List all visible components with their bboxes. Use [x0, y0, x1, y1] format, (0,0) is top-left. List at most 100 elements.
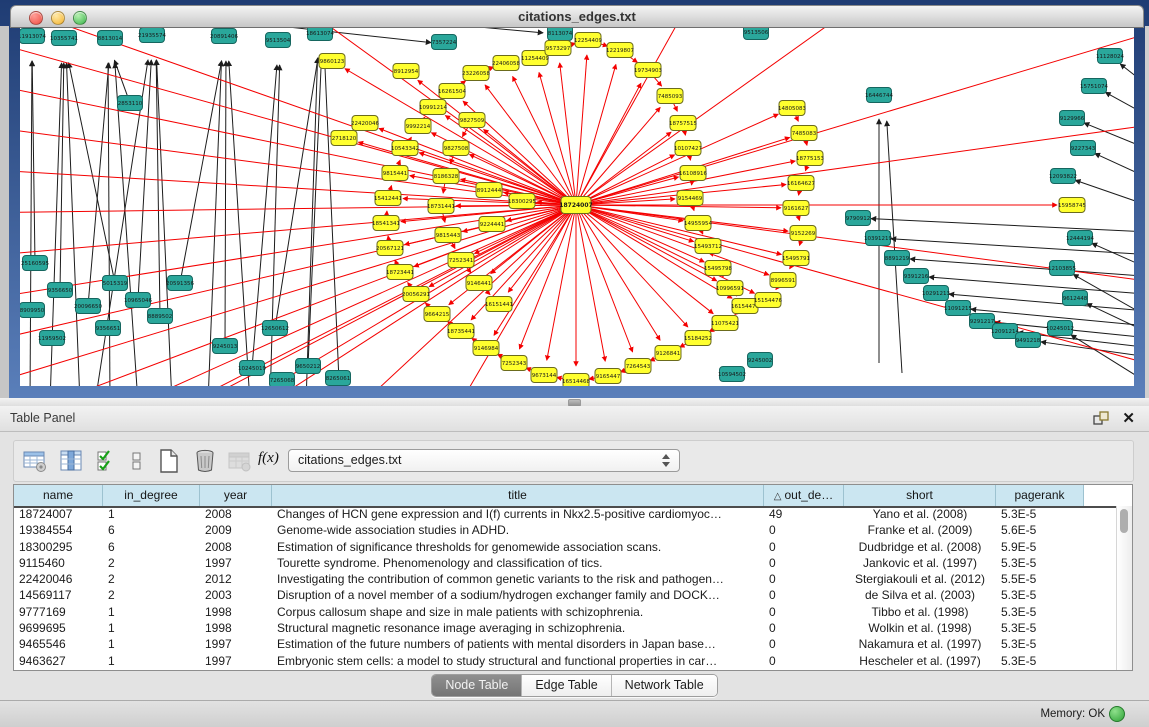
graph-node[interactable]: 19734903 [634, 63, 662, 78]
create-column-icon[interactable] [156, 448, 182, 474]
column-header-year[interactable]: year [200, 485, 272, 506]
graph-node[interactable]: 7252343 [501, 356, 527, 371]
graph-node[interactable]: 9992214 [405, 119, 431, 134]
graph-node[interactable]: 8889502 [148, 309, 173, 324]
graph-node[interactable]: 12254409 [574, 33, 602, 48]
graph-node[interactable]: 9356650 [48, 283, 73, 298]
graph-node[interactable]: 15495798 [704, 261, 732, 276]
graph-node[interactable]: 18735441 [447, 324, 475, 339]
graph-node[interactable]: 7264543 [625, 359, 651, 374]
graph-node[interactable]: 9513506 [744, 28, 769, 40]
table-row[interactable]: 1830029562008Estimation of significance … [14, 539, 1117, 555]
graph-node[interactable]: 11959502 [38, 331, 66, 346]
graph-node[interactable]: 15184252 [684, 331, 712, 346]
network-window-titlebar[interactable]: citations_edges.txt [10, 5, 1144, 28]
graph-node[interactable]: 12103855 [1048, 261, 1076, 276]
graph-node[interactable]: 15751074 [1080, 79, 1108, 94]
graph-node[interactable]: 5015319 [103, 276, 128, 291]
graph-node[interactable]: 18300295 [508, 194, 536, 209]
column-header-pagerank[interactable]: pagerank [996, 485, 1084, 506]
panel-splitter[interactable] [0, 398, 1149, 406]
float-panel-icon[interactable] [1093, 411, 1109, 426]
graph-node[interactable]: 9673144 [531, 368, 557, 383]
graph-node[interactable]: 18613074 [306, 28, 334, 41]
graph-node[interactable]: 10391219 [864, 231, 892, 246]
graph-node[interactable]: 14805083 [778, 101, 806, 116]
graph-node[interactable]: 22406058 [492, 56, 520, 71]
graph-node[interactable]: 20567121 [376, 241, 404, 256]
graph-node[interactable]: 9245002 [748, 353, 773, 368]
graph-node[interactable]: 9224441 [479, 217, 505, 232]
graph-node[interactable]: 14955954 [684, 216, 712, 231]
graph-node[interactable]: 11075421 [711, 316, 739, 331]
column-header-name[interactable]: name [14, 485, 103, 506]
graph-node[interactable]: 9152269 [790, 226, 816, 241]
graph-node[interactable]: 12219807 [606, 43, 634, 58]
graph-node[interactable]: 12650612 [261, 321, 289, 336]
graph-node[interactable]: 20891406 [210, 29, 238, 44]
graph-node[interactable]: 18775153 [796, 151, 824, 166]
select-rows-icon[interactable] [94, 448, 120, 474]
table-row[interactable]: 946362711997Embryonic stem cells: a mode… [14, 653, 1117, 669]
graph-node[interactable]: 20056291 [402, 287, 430, 302]
graph-node[interactable]: 8891219 [885, 251, 910, 266]
graph-node[interactable]: 15154476 [754, 293, 782, 308]
graph-node[interactable]: 18757515 [669, 116, 697, 131]
tab-network-table[interactable]: Network Table [612, 675, 717, 696]
graph-node[interactable]: 9612448 [1063, 291, 1088, 306]
graph-node[interactable]: 9491218 [1016, 333, 1041, 348]
column-header-short[interactable]: short [844, 485, 996, 506]
function-builder-icon[interactable]: f(x) [258, 450, 282, 472]
graph-node[interactable]: 9126841 [655, 346, 681, 361]
table-scrollbar[interactable] [1116, 506, 1132, 670]
graph-node[interactable]: 11913074 [20, 29, 46, 44]
graph-node[interactable]: 9391216 [904, 269, 929, 284]
graph-node[interactable]: 9165447 [595, 369, 621, 384]
graph-node[interactable]: 7357224 [432, 35, 457, 50]
delete-icon[interactable] [192, 448, 218, 474]
graph-node[interactable]: 9356651 [96, 321, 121, 336]
column-header-title[interactable]: title [272, 485, 764, 506]
graph-node[interactable]: 7485083 [791, 126, 817, 141]
graph-node[interactable]: 8813014 [98, 31, 123, 46]
graph-node[interactable]: 10991214 [419, 100, 447, 115]
graph-node[interactable]: 15493712 [694, 239, 722, 254]
graph-node[interactable]: 9146441 [466, 276, 492, 291]
graph-node[interactable]: 9573297 [545, 41, 571, 56]
show-columns-icon[interactable] [58, 448, 84, 474]
graph-node[interactable]: 8912954 [393, 64, 419, 79]
network-view-canvas[interactable]: 1191307410355741881301421935574208914069… [20, 28, 1134, 386]
graph-node[interactable]: 22420046 [351, 116, 379, 131]
graph-node[interactable]: 10107427 [674, 141, 702, 156]
graph-node[interactable]: 8912444 [476, 183, 502, 198]
graph-node[interactable]: 12093822 [1049, 169, 1077, 184]
graph-node[interactable]: 9245013 [213, 339, 238, 354]
graph-node[interactable]: 18731441 [427, 199, 455, 214]
column-header-in_degree[interactable]: in_degree [103, 485, 200, 506]
graph-node[interactable]: 9650212 [296, 359, 321, 374]
graph-node[interactable]: 11091215 [944, 301, 972, 316]
column-header-out_de[interactable]: △out_de… [764, 485, 844, 506]
graph-node[interactable]: 16446744 [865, 88, 893, 103]
table-scrollbar-thumb[interactable] [1120, 509, 1128, 533]
table-row[interactable]: 1938455462009Genome-wide association stu… [14, 522, 1117, 538]
graph-node[interactable]: 10965046 [124, 293, 152, 308]
graph-node[interactable]: 20591356 [166, 276, 194, 291]
table-row[interactable]: 977716911998Corpus callosum shape and si… [14, 604, 1117, 620]
graph-node[interactable]: 2853110 [118, 96, 143, 111]
graph-node[interactable]: 8113074 [548, 28, 573, 41]
graph-node[interactable]: 9227343 [1071, 141, 1096, 156]
graph-node[interactable]: 9664215 [424, 307, 450, 322]
graph-node[interactable]: 21935574 [138, 28, 166, 43]
citation-network-graph[interactable]: 1191307410355741881301421935574208914069… [20, 28, 1134, 386]
graph-node[interactable]: 9146984 [473, 341, 499, 356]
table-selector-dropdown[interactable]: citations_edges.txt [288, 449, 680, 472]
graph-node[interactable]: 15412441 [374, 191, 402, 206]
graph-node[interactable]: 23226058 [462, 66, 490, 81]
graph-node[interactable]: 9291217 [970, 314, 995, 329]
graph-node[interactable]: 16151441 [485, 297, 513, 312]
graph-node[interactable]: 8186328 [433, 169, 459, 184]
graph-node[interactable]: 10996591 [716, 281, 744, 296]
table-row[interactable]: 2242004622012Investigating the contribut… [14, 571, 1117, 587]
graph-node[interactable]: 9154469 [677, 191, 703, 206]
